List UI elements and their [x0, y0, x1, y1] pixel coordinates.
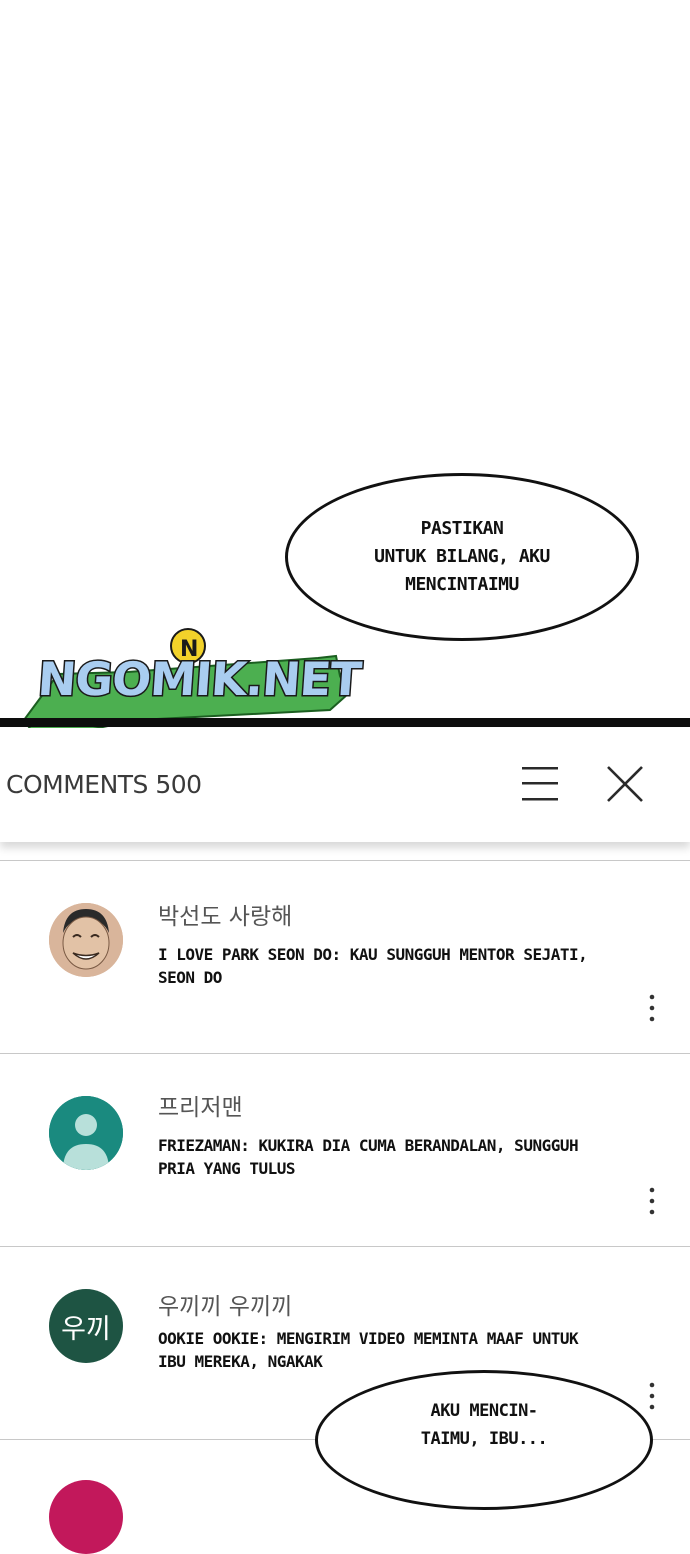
comment-item: 박선도 사랑해 I LOVE PARK SEON DO: KAU SUNGGUH… [0, 860, 690, 1053]
comment-text: OOKIE OOKIE: MENGIRIM VIDEO MEMINTA MAAF… [158, 1329, 579, 1371]
avatar-initials: 우끼 [61, 1313, 111, 1345]
avatar[interactable] [49, 1096, 123, 1170]
logo-wordmark: NGOMIK.NET [35, 651, 364, 708]
speech-bubble-top: PASTIKAN UNTUK BILANG, AKU MENCINTAIMU [285, 473, 639, 641]
more-options-icon[interactable] [645, 993, 659, 1023]
comment-author: 우끼끼 우끼끼 [158, 1294, 293, 1320]
default-user-icon [49, 1096, 123, 1170]
more-options-icon[interactable] [645, 1186, 659, 1216]
comments-title: COMMENTS 500 [6, 770, 202, 799]
comment-item: 프리저맨 FRIEZAMAN: KUKIRA DIA CUMA BERANDAL… [0, 1053, 690, 1246]
comment-author: 박선도 사랑해 [158, 904, 293, 930]
avatar[interactable]: 우끼 [49, 1289, 123, 1363]
avatar[interactable] [49, 1480, 123, 1554]
comment-text: FRIEZAMAN: KUKIRA DIA CUMA BERANDALAN, S… [158, 1136, 579, 1178]
close-icon[interactable] [605, 765, 645, 803]
speech-bubble-text: AKU MENCIN- TAIMU, IBU... [420, 1401, 548, 1449]
avatar[interactable] [49, 903, 123, 977]
speech-bubble-text: PASTIKAN UNTUK BILANG, AKU MENCINTAIMU [374, 518, 550, 595]
comment-text: I LOVE PARK SEON DO: KAU SUNGGUH MENTOR … [158, 945, 588, 987]
more-options-icon[interactable] [645, 1381, 659, 1411]
comment-author: 프리저맨 [158, 1095, 243, 1121]
panel-divider [0, 718, 690, 727]
speech-bubble-bottom: AKU MENCIN- TAIMU, IBU... [315, 1370, 653, 1510]
hamburger-menu-icon[interactable] [520, 765, 560, 803]
face-avatar-icon [49, 903, 123, 977]
